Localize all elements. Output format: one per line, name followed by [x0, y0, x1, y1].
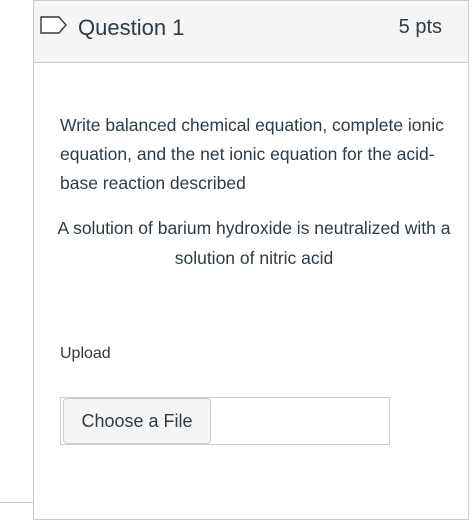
- divider: [0, 502, 34, 503]
- question-points: 5 pts: [398, 16, 442, 38]
- question-header: Question 1 5 pts: [34, 1, 468, 63]
- question-title: Question 1: [78, 15, 185, 40]
- question-scenario: A solution of barium hydroxide is neutra…: [57, 218, 451, 268]
- selected-file-name: [213, 398, 389, 444]
- file-upload-field[interactable]: Choose a File: [60, 397, 390, 445]
- question-card: Question 1 5 pts Write balanced chemical…: [33, 0, 469, 520]
- upload-label: Upload: [60, 345, 111, 362]
- bookmark-flag-icon[interactable]: [40, 16, 68, 34]
- choose-file-button[interactable]: Choose a File: [63, 398, 211, 444]
- question-prompt: Write balanced chemical equation, comple…: [60, 115, 444, 193]
